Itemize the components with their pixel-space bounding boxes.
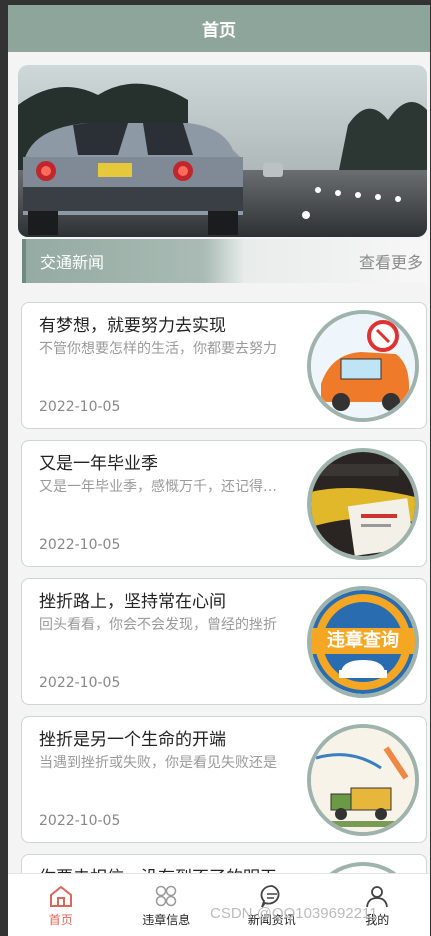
news-desc: 又是一年毕业季，感慨万千，还记得当初	[39, 479, 289, 495]
car-cartoon-icon	[307, 310, 419, 422]
banner-image[interactable]	[18, 65, 427, 237]
home-icon	[49, 885, 72, 907]
news-title: 挫折是另一个生命的开端	[39, 730, 226, 750]
news-date: 2022-10-05	[39, 813, 121, 829]
news-section-label: 交通新闻	[22, 239, 104, 283]
view-more-link[interactable]: 查看更多	[359, 249, 427, 273]
news-date: 2022-10-05	[39, 537, 121, 553]
news-section-header: 交通新闻 查看更多	[22, 239, 427, 283]
news-title: 又是一年毕业季	[39, 454, 158, 474]
sports-car-photo	[18, 65, 427, 237]
news-desc: 回头看看，你会不会发现，曾经的挫折	[39, 617, 277, 633]
watermark: CSDN @QQ1039692211	[210, 905, 378, 922]
tab-label: 首页	[48, 912, 73, 927]
phone-screen: 首页 交通新闻 查看更多 有梦想，就要努力去实现 不管你想要怎样的生活，你都要去…	[8, 5, 430, 936]
news-title: 有梦想，就要努力去实现	[39, 316, 226, 336]
violation-notice-icon	[307, 448, 419, 560]
news-date: 2022-10-05	[39, 675, 121, 691]
truck-cartoon-icon	[307, 724, 419, 836]
news-title: 挫折路上，坚持常在心间	[39, 592, 226, 612]
grid-icon	[156, 885, 177, 906]
page-title: 首页	[202, 21, 236, 41]
news-card[interactable]: 挫折路上，坚持常在心间 回头看看，你会不会发现，曾经的挫折 2022-10-05…	[21, 578, 427, 705]
violation-query-badge-icon: 违章查询	[307, 586, 419, 698]
news-card[interactable]: 挫折是另一个生命的开端 当遇到挫折或失败，你是看见失败还是 2022-10-05	[21, 716, 427, 843]
news-desc: 当遇到挫折或失败，你是看见失败还是	[39, 755, 277, 771]
tab-violation-info[interactable]: 违章信息	[114, 874, 220, 936]
news-date: 2022-10-05	[39, 399, 121, 415]
news-desc: 不管你想要怎样的生活，你都要去努力	[39, 341, 277, 357]
top-bar: 首页	[8, 5, 430, 52]
tab-label: 违章信息	[142, 912, 191, 927]
news-card[interactable]: 又是一年毕业季 又是一年毕业季，感慨万千，还记得当初 2022-10-05	[21, 440, 427, 567]
badge-text: 违章查询	[327, 630, 399, 651]
tab-home[interactable]: 首页	[8, 874, 114, 936]
news-card[interactable]: 有梦想，就要努力去实现 不管你想要怎样的生活，你都要去努力 2022-10-05	[21, 302, 427, 429]
